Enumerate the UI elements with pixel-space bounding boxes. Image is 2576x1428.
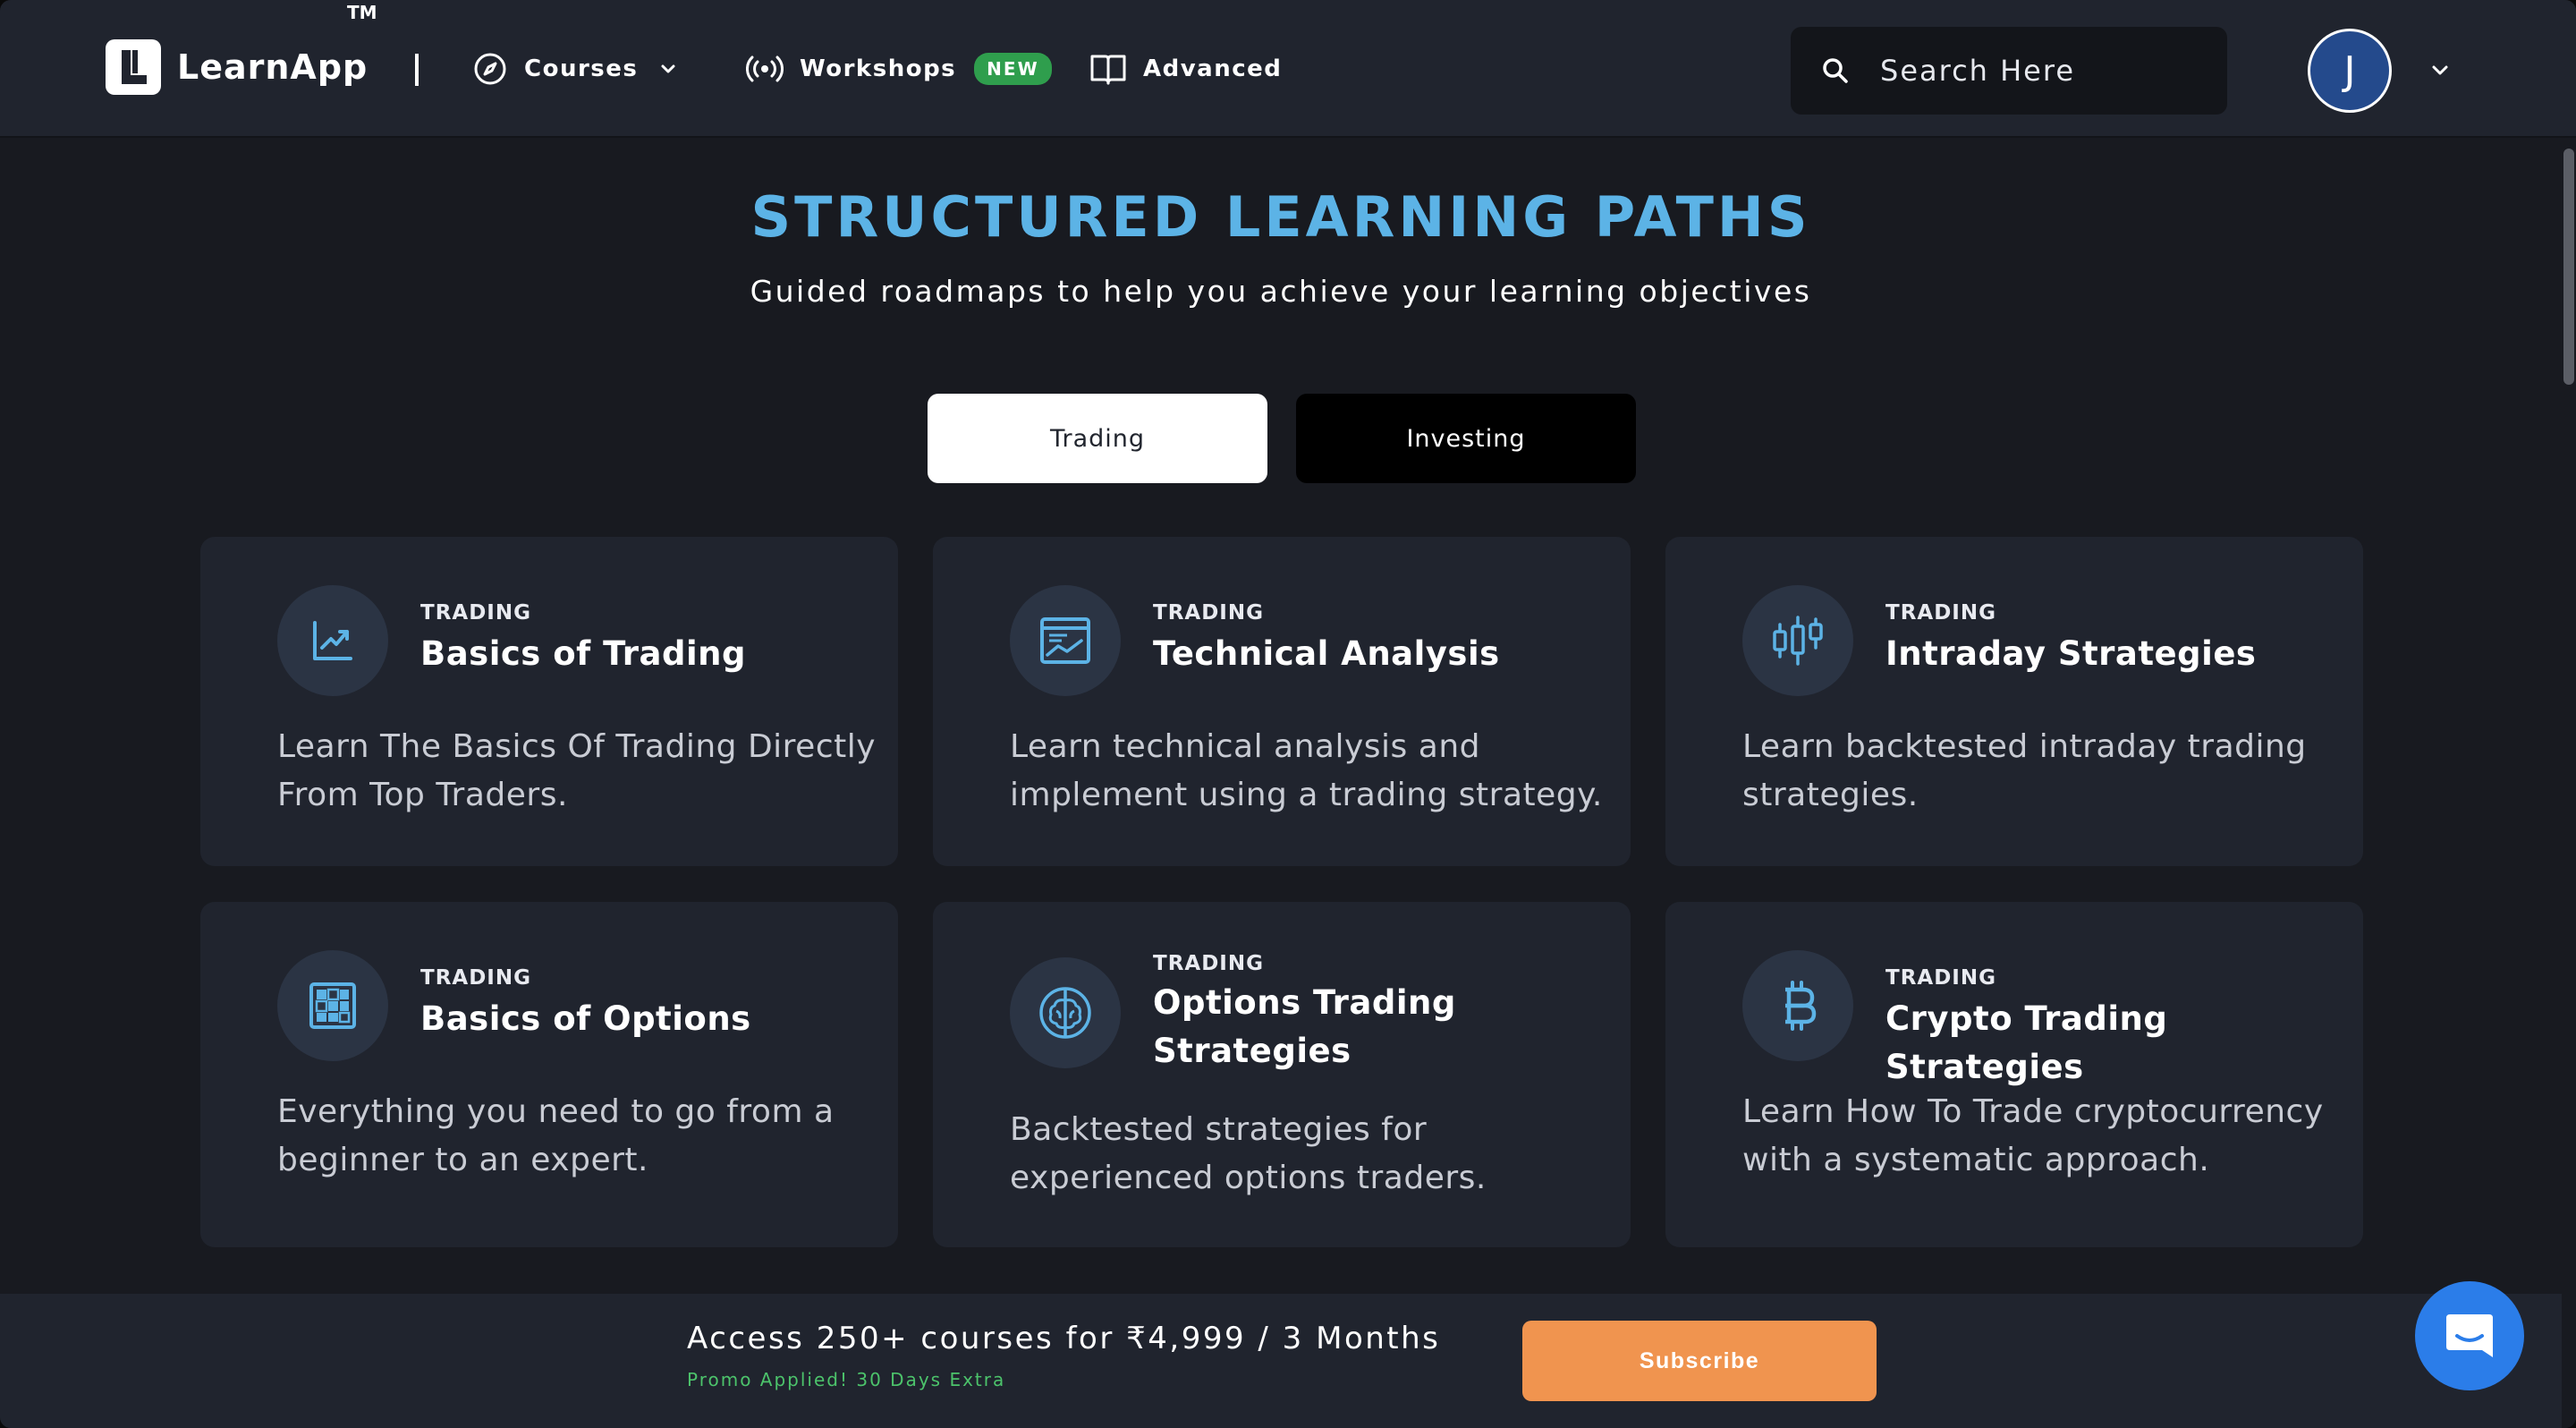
- chart-window-icon: [1010, 585, 1121, 696]
- promo-applied-text: Promo Applied! 30 Days Extra: [687, 1369, 1006, 1390]
- card-description: Backtested strategies for experienced op…: [1010, 1111, 1487, 1196]
- broadcast-icon: [746, 55, 784, 82]
- nav-divider: [415, 54, 419, 86]
- card-description: Everything you need to go from a beginne…: [277, 1093, 835, 1178]
- chevron-down-icon: [661, 64, 675, 73]
- subscription-bar: Access 250+ courses for ₹4,999 / 3 Month…: [0, 1294, 2562, 1428]
- path-card-basics-of-trading[interactable]: TRADING Basics of Trading Learn The Basi…: [200, 537, 898, 866]
- candlestick-icon: [1742, 585, 1853, 696]
- nav-workshops[interactable]: Workshops NEW: [746, 47, 1052, 91]
- tab-trading[interactable]: Trading: [928, 394, 1267, 483]
- subscription-offer-text: Access 250+ courses for ₹4,999 / 3 Month…: [687, 1321, 1441, 1356]
- nav-advanced[interactable]: Advanced: [1089, 47, 1282, 91]
- search-box[interactable]: [1791, 27, 2227, 115]
- learnapp-logo-icon: [106, 39, 161, 95]
- card-title: Intraday Strategies: [1885, 634, 2257, 673]
- card-title: Options Trading Strategies: [1153, 983, 1456, 1070]
- nav-advanced-label: Advanced: [1143, 55, 1283, 82]
- path-card-options-trading-strategies[interactable]: TRADING Options Trading Strategies Backt…: [933, 902, 1631, 1247]
- page-subtitle: Guided roadmaps to help you achieve your…: [750, 274, 1812, 309]
- card-category: TRADING: [1885, 966, 1996, 990]
- card-category: TRADING: [420, 966, 531, 990]
- page-title: STRUCTURED LEARNING PATHS: [750, 184, 1811, 250]
- new-badge: NEW: [974, 53, 1052, 85]
- nav-courses-label: Courses: [524, 55, 639, 82]
- card-title: Basics of Options: [420, 999, 751, 1038]
- path-card-technical-analysis[interactable]: TRADING Technical Analysis Learn technic…: [933, 537, 1631, 866]
- top-navbar: LearnApp TM Courses Workshops NEW Advanc…: [0, 0, 2576, 138]
- path-card-crypto-trading-strategies[interactable]: TRADING Crypto Trading Strategies Learn …: [1665, 902, 2363, 1247]
- card-description: Learn How To Trade cryptocurrency with a…: [1742, 1093, 2324, 1178]
- app-window: LearnApp TM Courses Workshops NEW Advanc…: [0, 0, 2576, 1428]
- account-menu-chevron-icon[interactable]: [2428, 59, 2453, 81]
- scrollbar-thumb[interactable]: [2563, 149, 2574, 385]
- grid-icon: [277, 950, 388, 1061]
- card-description: Learn backtested intraday trading strate…: [1742, 728, 2307, 813]
- nav-courses[interactable]: Courses: [472, 47, 679, 91]
- card-category: TRADING: [1153, 952, 1264, 975]
- tab-investing[interactable]: Investing: [1296, 394, 1636, 483]
- chat-support-button[interactable]: [2415, 1281, 2524, 1390]
- search-input[interactable]: [1880, 54, 2220, 88]
- open-book-icon: [1090, 55, 1126, 85]
- card-category: TRADING: [1153, 601, 1264, 625]
- trademark: TM: [347, 2, 377, 23]
- line-chart-icon: [277, 585, 388, 696]
- brand[interactable]: LearnApp: [106, 39, 368, 95]
- card-title: Crypto Trading Strategies: [1885, 999, 2168, 1086]
- subscribe-button[interactable]: Subscribe: [1522, 1321, 1877, 1401]
- card-description: Learn The Basics Of Trading Directly Fro…: [277, 728, 877, 813]
- card-description: Learn technical analysis and implement u…: [1010, 728, 1603, 813]
- user-avatar[interactable]: J: [2308, 29, 2392, 113]
- bitcoin-icon: [1742, 950, 1853, 1061]
- search-icon: [1823, 58, 1848, 83]
- chat-icon: [2446, 1314, 2493, 1357]
- nav-workshops-label: Workshops: [800, 55, 957, 82]
- card-title: Technical Analysis: [1153, 634, 1500, 673]
- brand-name: LearnApp: [177, 47, 369, 87]
- path-card-intraday-strategies[interactable]: TRADING Intraday Strategies Learn backte…: [1665, 537, 2363, 866]
- path-card-basics-of-options[interactable]: TRADING Basics of Options Everything you…: [200, 902, 898, 1247]
- card-category: TRADING: [1885, 601, 1996, 625]
- brain-icon: [1010, 957, 1121, 1068]
- card-title: Basics of Trading: [420, 634, 746, 673]
- card-category: TRADING: [420, 601, 531, 625]
- compass-icon: [474, 53, 506, 85]
